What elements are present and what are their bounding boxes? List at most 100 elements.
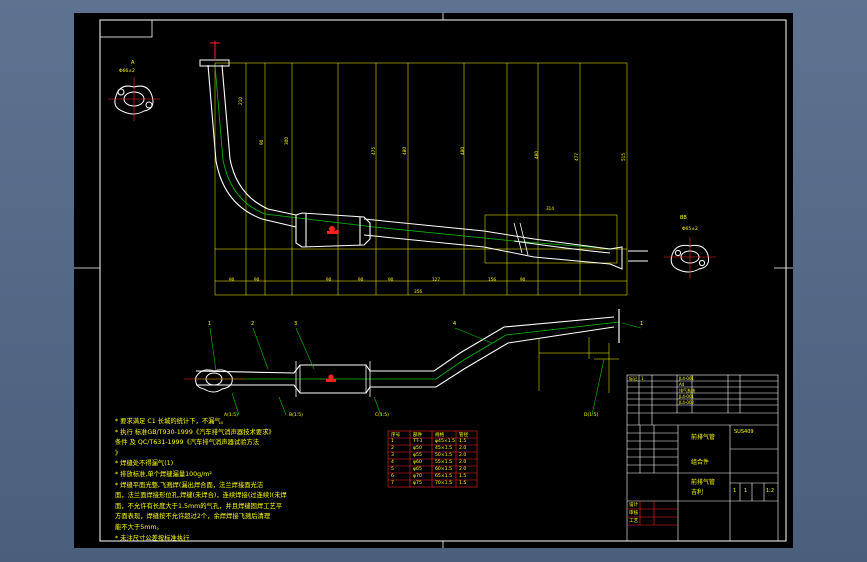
- vdim-6: 480: [460, 147, 465, 155]
- hdim-3: 90: [326, 277, 332, 282]
- table-cell: 2.0: [459, 446, 467, 451]
- table-cell: 3: [391, 453, 394, 458]
- table-cell: 4: [391, 460, 394, 465]
- hdim-8: 90: [520, 277, 526, 282]
- hdim-7: 156: [488, 277, 496, 282]
- table-cell: φ70: [413, 474, 422, 479]
- hdim-1: 90: [229, 277, 235, 282]
- callout-4: 4: [453, 321, 457, 327]
- hdim-6: 127: [432, 277, 440, 282]
- drawing-sheet: A Φ66±2 BB Φ65±2 210 90 300 475 480 480 …: [74, 13, 793, 548]
- outlet-pipe-stub: [628, 250, 648, 262]
- title-block-grid: [626, 374, 779, 542]
- callout-3: 3: [294, 321, 298, 327]
- note-line: * 排放标准,单个焊缝漏量100g/m²: [115, 470, 212, 478]
- table-cell: 1.5: [459, 439, 467, 444]
- title-ref-cell: JL4-002: [679, 400, 695, 405]
- table-cell: 2.0: [459, 460, 467, 465]
- scale-value-3: 1:2: [766, 488, 775, 494]
- table-cell: 2: [391, 446, 394, 451]
- vdim-5: 480: [402, 147, 407, 155]
- note-line: * 焊缝平面光整,飞溅焊(漏出焊合面，法兰焊接面光洁: [115, 481, 264, 489]
- vdim-9: 515: [621, 153, 626, 161]
- lower-inlet-flange: [184, 369, 244, 393]
- upper-pipe: [207, 64, 623, 270]
- title-ref-cell: A4: [679, 382, 685, 387]
- table-header-cell: 规格: [435, 433, 445, 438]
- vdim-4: 475: [371, 147, 376, 155]
- table-cell: 60×1.5: [435, 467, 453, 472]
- callout-1: 1: [208, 321, 212, 327]
- catalyst-logo: [327, 226, 339, 234]
- note-line: 面，不允许有长度大于1.5mm的气孔，并且焊缝固焊工艺平: [115, 502, 283, 510]
- table-cell: 5: [391, 467, 394, 472]
- note-line: * 未注尺寸公差按标准执行: [115, 534, 190, 542]
- table-cell: 1: [391, 439, 394, 444]
- hdim-5: 90: [388, 277, 394, 282]
- scale-value-1: 1: [733, 488, 737, 494]
- callout-2: 2: [251, 321, 255, 327]
- product-name: 前排气管: [691, 479, 716, 486]
- table-cell: φ75: [413, 481, 422, 486]
- technical-notes: * 要求满足 C1 长城的统计下，不漏气。 * 执行 标准GB/T930-199…: [115, 417, 385, 544]
- table-cell: φ65: [413, 467, 422, 472]
- note-line: * 执行 标准GB/T930-1999《汽车排气消声器技术要求》: [115, 428, 275, 436]
- table-cell: 1.5: [459, 474, 467, 479]
- note-line: * 要求满足 C1 长城的统计下，不漏气。: [115, 418, 228, 425]
- vdim-8: 477: [574, 153, 579, 161]
- table-cell: 70×1.5: [435, 481, 453, 486]
- table-cell: 7: [391, 481, 394, 486]
- flange-view-b: [664, 237, 716, 279]
- hdim-total: 356: [414, 289, 422, 294]
- table-header-cell: 管径: [459, 433, 469, 438]
- hdim-4: 90: [358, 277, 364, 282]
- vdim-2: 90: [259, 139, 264, 145]
- vdim-1: 210: [238, 97, 243, 105]
- title-ref-cell: 1: [641, 376, 644, 381]
- material: SUS409: [734, 429, 754, 435]
- signature-cell: 设计: [629, 503, 639, 508]
- note-line: 方面表现，焊缝按不允许超过2个，余焊焊接飞溅后清理: [115, 513, 271, 521]
- table-cell: 2.0: [459, 453, 467, 458]
- note-line: 能不大于5mm。: [115, 523, 163, 531]
- table-cell: 65×1.5: [435, 474, 453, 479]
- flange-a-dimension: Φ66±2: [119, 69, 135, 74]
- note-line: * 焊缝处不得漏气(1): [115, 460, 174, 468]
- title-ref-cell: JL4-001: [679, 376, 695, 381]
- note-line: 条件 及 QC/T631-1999《汽车排气消声器试验方法: [115, 439, 260, 447]
- table-cell: 6: [391, 474, 394, 479]
- table-cell: φ50: [413, 446, 422, 451]
- inlet-flange: [199, 41, 230, 67]
- section-mark-d: D(1:5): [584, 413, 599, 418]
- vdim-7: 480: [534, 151, 539, 159]
- table-cell: φ45×1.5: [435, 439, 456, 444]
- table-cell: 1.5: [459, 481, 467, 486]
- table-cell: 45×1.5: [435, 446, 453, 451]
- signature-cell: 审核: [629, 511, 639, 516]
- company-name: 吉利: [691, 489, 704, 496]
- corner-stamp: [99, 19, 153, 38]
- part-name: 前排气管: [691, 434, 716, 441]
- flange-b-dimension: Φ65±2: [682, 227, 698, 232]
- callout-5: 1: [640, 321, 644, 327]
- note-line: 》: [115, 449, 122, 457]
- table-header-cell: 部件: [413, 433, 423, 438]
- top-bracket-dim: 314: [546, 206, 554, 211]
- lower-catalyst-logo: [326, 374, 336, 382]
- title-ref-cell: 标记: [629, 376, 637, 381]
- view-label-bb: BB: [680, 215, 687, 221]
- table-cell: 50×1.5: [435, 453, 453, 458]
- table-cell: φ55: [413, 453, 422, 458]
- hdim-2: 90: [254, 277, 260, 282]
- title-ref-cell: JL4-001: [679, 394, 695, 399]
- flange-view-a: [108, 77, 160, 121]
- scale-value-2: 1: [744, 488, 748, 494]
- table-cell: φ60: [413, 460, 422, 465]
- table-cell: 55×1.5: [435, 460, 453, 465]
- assembly-label: 组合件: [691, 459, 710, 466]
- lower-dim-lines: [538, 337, 619, 393]
- table-cell: 2.0: [459, 467, 467, 472]
- signature-cell: 工艺: [629, 519, 639, 524]
- table-header-cell: 序号: [391, 433, 401, 438]
- vdim-3: 300: [284, 137, 289, 145]
